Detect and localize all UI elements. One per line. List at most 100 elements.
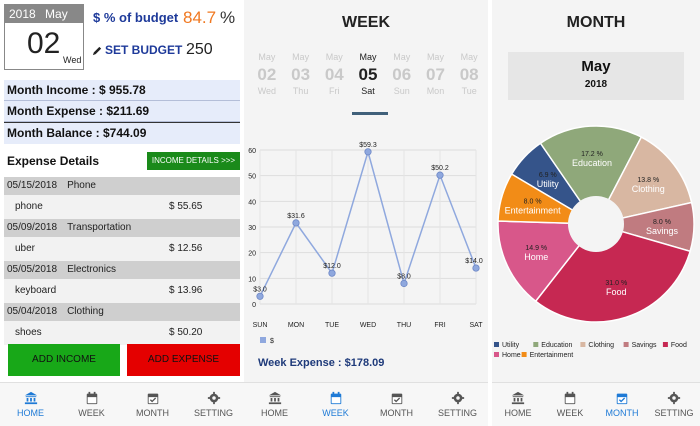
day-weekday: Wed (257, 86, 277, 96)
legend-swatch (580, 342, 586, 347)
data-point (256, 292, 264, 300)
expense-header[interactable]: 05/15/2018 Phone (4, 177, 240, 195)
slice-category-label: Home (524, 252, 548, 262)
nav-home[interactable]: HOME (244, 383, 305, 426)
day-number: 04 (324, 65, 344, 84)
slice-category-label: Clothing (632, 184, 665, 194)
income-details-button[interactable]: INCOME DETAILS >>> (147, 152, 240, 170)
day-option[interactable]: May 03 Thu (284, 52, 318, 118)
expense-date: 05/05/2018 (7, 264, 58, 275)
legend-label: Clothing (588, 342, 614, 349)
slice-percent-label: 14.9 % (525, 245, 547, 252)
legend-label: Food (671, 342, 687, 349)
expense-amount: $ 55.65 (169, 201, 203, 212)
expense-header[interactable]: 05/04/2018 Clothing (4, 303, 240, 321)
expense-header[interactable]: 05/05/2018 Electronics (4, 261, 240, 279)
legend-swatch (494, 352, 499, 357)
slice-percent-label: 13.8 % (637, 177, 659, 184)
gear-icon (207, 391, 220, 405)
nav-month[interactable]: MONTH (366, 383, 427, 426)
pie-hole (568, 196, 624, 252)
legend-label: Entertainment (530, 352, 574, 359)
expense-category: Transportation (67, 222, 132, 233)
gear-icon (667, 391, 681, 405)
expense-item-name: uber (15, 243, 36, 254)
nav-week[interactable]: WEEK (61, 383, 122, 426)
legend-label: $ (270, 338, 274, 345)
expense-date: 05/09/2018 (7, 222, 58, 233)
day-number: 08 (459, 65, 479, 84)
nav-label: WEEK (556, 408, 584, 418)
day-month: May (325, 52, 343, 62)
y-tick-label: 10 (248, 276, 256, 283)
nav-label: MONTH (605, 408, 639, 418)
add-income-button[interactable]: ADD INCOME (8, 344, 120, 376)
expense-date: 05/04/2018 (7, 306, 58, 317)
day-option[interactable]: May 08 Tue (452, 52, 486, 118)
expense-header[interactable]: 05/09/2018 Transportation (4, 219, 240, 237)
nav-week[interactable]: WEEK (544, 383, 596, 426)
nav-home[interactable]: HOME (492, 383, 544, 426)
expense-category: Clothing (67, 306, 104, 317)
nav-home[interactable]: HOME (0, 383, 61, 426)
gear-icon (451, 391, 464, 405)
day-option[interactable]: May 02 Wed (250, 52, 284, 118)
x-tick-label: TUE (325, 322, 339, 329)
x-tick-label: FRI (434, 322, 445, 329)
x-tick-label: WED (360, 322, 376, 329)
nav-month[interactable]: MONTH (122, 383, 183, 426)
bank-icon (511, 391, 525, 405)
budget-value[interactable]: 250 (186, 41, 213, 59)
expense-category: Phone (67, 180, 96, 191)
month-expense: Month Expense : $211.69 (4, 101, 240, 122)
nav-week[interactable]: WEEK (305, 383, 366, 426)
day-picker[interactable]: May 02 Wed May 03 Thu May 04 Fri May 05 Sat May 0… (250, 52, 486, 118)
set-budget-button[interactable]: SET BUDGET (92, 43, 182, 57)
legend-label: Savings (632, 342, 657, 349)
nav-month[interactable]: MONTH (596, 383, 648, 426)
expense-item[interactable]: phone $ 55.65 (4, 195, 240, 219)
data-label: $8.0 (397, 273, 411, 280)
x-tick-label: THU (397, 322, 411, 329)
slice-percent-label: 17.2 % (581, 151, 603, 158)
day-option[interactable]: May 06 Sun (385, 52, 419, 118)
data-label: $3.0 (253, 286, 267, 293)
add-expense-button[interactable]: ADD EXPENSE (127, 344, 240, 376)
date-header: 2018 May (5, 5, 83, 23)
nav-setting[interactable]: SETTING (427, 383, 488, 426)
x-tick-label: SUN (253, 322, 268, 329)
expense-item[interactable]: uber $ 12.56 (4, 237, 240, 261)
month-card[interactable]: May 2018 (508, 52, 684, 100)
legend-swatch (533, 342, 539, 347)
expense-details-title: Expense Details (7, 154, 100, 168)
date-day: 02 (27, 27, 61, 60)
day-option[interactable]: May 04 Fri (317, 52, 351, 118)
expense-list: 05/15/2018 Phone phone $ 55.65 05/09/2018 T… (4, 177, 240, 345)
data-point (292, 219, 300, 227)
day-option[interactable]: May 07 Mon (419, 52, 453, 118)
calendar-check-icon (616, 393, 628, 405)
day-month: May (258, 52, 276, 62)
day-number: 02 (257, 65, 277, 84)
data-label: $14.0 (465, 258, 483, 265)
legend-swatch (521, 352, 527, 357)
nav-label: SETTING (193, 408, 233, 418)
day-month: May (292, 52, 310, 62)
slice-category-label: Food (606, 287, 627, 297)
legend-swatch (662, 342, 668, 347)
expense-item[interactable]: shoes $ 50.20 (4, 321, 240, 345)
week-line-chart: 0 10 20 30 40 50 60 SUN MON TUE WED THU FRI SAT $3.0 $3… (248, 142, 483, 345)
date-box[interactable]: 2018 May 02 Wed (4, 4, 84, 70)
day-number: 03 (291, 65, 311, 84)
day-month: May (426, 52, 444, 62)
day-weekday: Sun (393, 86, 410, 96)
day-weekday: Sat (361, 86, 375, 96)
data-point (472, 264, 480, 272)
month-screen: MONTH May 2018 6.9 % Utility 17.2 % Educati… (492, 0, 700, 426)
nav-setting[interactable]: SETTING (648, 383, 700, 426)
expense-item[interactable]: keyboard $ 13.96 (4, 279, 240, 303)
day-option-selected[interactable]: May 05 Sat (351, 52, 385, 118)
budget-percent-sign: % (220, 8, 236, 27)
expense-amount: $ 12.56 (169, 243, 203, 254)
nav-setting[interactable]: SETTING (183, 383, 244, 426)
